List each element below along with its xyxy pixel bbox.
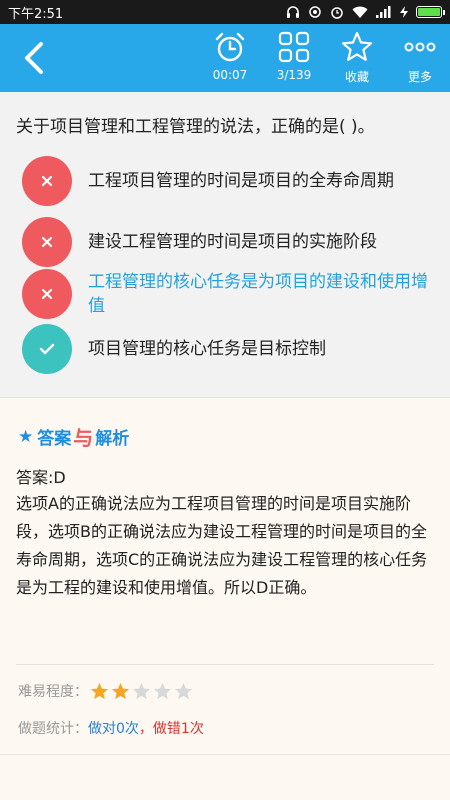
option-a-text: 工程项目管理的时间是项目的全寿命周期 <box>88 171 394 191</box>
status-icons <box>286 5 445 19</box>
wifi-icon <box>352 6 368 19</box>
wrong-mark <box>22 269 72 319</box>
battery-level <box>418 8 440 16</box>
analysis-title-explain: 解析 <box>95 429 130 449</box>
cross-icon <box>41 236 53 248</box>
explanation-text: 选项A的正确说法应为工程项目管理的时间是项目实施阶段，选项B的正确说法应为建设工… <box>16 494 428 597</box>
more-button[interactable]: 更多 <box>388 30 450 88</box>
option-d-text: 项目管理的核心任务是目标控制 <box>88 339 326 359</box>
difficulty-label: 难易程度： <box>18 684 88 700</box>
star-empty-icon <box>174 682 193 699</box>
timer-button[interactable]: 00:07 <box>198 30 262 88</box>
grid-icon <box>278 31 310 63</box>
stats-label: 做题统计： <box>18 721 88 737</box>
wrong-mark <box>22 217 72 267</box>
alarm-clock-icon <box>215 32 245 62</box>
analysis-title-answer: 答案 <box>37 429 72 449</box>
analysis-section: ★ 答案 与 解析 答案:D 选项A的正确说法应为工程项目管理的时间是项目实施阶… <box>0 398 450 800</box>
headset-icon <box>286 5 300 19</box>
star-filled-icon <box>90 682 109 699</box>
star-icon: ★ <box>18 426 34 447</box>
back-button[interactable] <box>14 36 54 80</box>
star-filled-icon <box>111 682 130 699</box>
bottom-divider <box>0 754 450 755</box>
answer-text: 答案:D <box>16 468 66 487</box>
option-a[interactable]: 工程项目管理的时间是项目的全寿命周期 <box>22 156 442 206</box>
option-b[interactable]: 建设工程管理的时间是项目的实施阶段 <box>22 217 442 267</box>
stats-wrong-count: 做错1次 <box>152 721 204 737</box>
question-stem: 关于项目管理和工程管理的说法，正确的是( )。 <box>16 117 375 137</box>
option-c-text: 工程管理的核心任务是为项目的建设和使用增值 <box>88 272 428 316</box>
toolbar: 00:07 3/139 收藏 更多 <box>0 24 450 92</box>
signal-icon <box>376 6 392 18</box>
chevron-left-icon <box>25 42 43 74</box>
difficulty-stars <box>90 682 193 701</box>
stats-right-count: 做对0次 <box>88 721 139 737</box>
star-outline-icon <box>341 31 373 61</box>
cross-icon <box>41 175 53 187</box>
correct-mark <box>22 324 72 374</box>
wrong-mark <box>22 156 72 206</box>
option-d[interactable]: 项目管理的核心任务是目标控制 <box>22 324 442 374</box>
option-c[interactable]: 工程管理的核心任务是为项目的建设和使用增值 <box>22 269 442 319</box>
difficulty-row: 难易程度： <box>18 681 193 701</box>
stats-row: 做题统计： 做对0次 ， 做错1次 <box>18 718 204 738</box>
star-empty-icon <box>132 682 151 699</box>
question-area: 关于项目管理和工程管理的说法，正确的是( )。 工程项目管理的时间是项目的全寿命… <box>0 92 450 398</box>
progress-label: 3/139 <box>276 68 312 82</box>
charging-icon <box>400 6 408 18</box>
favorite-button[interactable]: 收藏 <box>325 30 389 88</box>
option-b-text: 建设工程管理的时间是项目的实施阶段 <box>88 232 377 252</box>
more-dots-icon <box>404 42 436 52</box>
status-time: 下午2:51 <box>8 6 64 22</box>
star-empty-icon <box>153 682 172 699</box>
alarm-icon <box>330 5 344 19</box>
stats-separator: ， <box>138 721 153 737</box>
sync-icon <box>308 5 322 19</box>
favorite-label: 收藏 <box>344 70 369 84</box>
cross-icon <box>41 288 53 300</box>
check-icon <box>39 343 55 355</box>
question-grid-button[interactable]: 3/139 <box>262 30 326 88</box>
more-label: 更多 <box>407 70 432 84</box>
analysis-title-and: 与 <box>73 426 94 450</box>
divider <box>16 664 434 665</box>
analysis-title: ★ 答案 与 解析 <box>18 422 129 451</box>
status-bar: 下午2:51 <box>0 0 450 24</box>
battery-icon <box>416 6 445 18</box>
timer-label: 00:07 <box>212 68 248 82</box>
